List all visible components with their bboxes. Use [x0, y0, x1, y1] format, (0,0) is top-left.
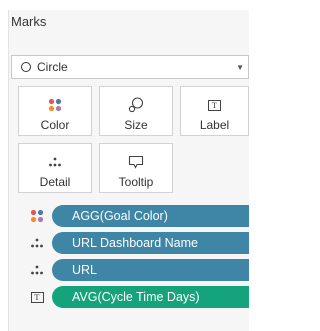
pill-row-url[interactable]: URL — [8, 259, 249, 281]
detail-dots-icon — [48, 151, 62, 173]
marks-title: Marks — [11, 14, 47, 29]
detail-button[interactable]: Detail — [18, 143, 92, 193]
color-button-label: Color — [40, 118, 70, 132]
size-button-label: Size — [124, 118, 148, 132]
field-pill[interactable]: URL Dashboard Name — [52, 232, 249, 254]
tooltip-button[interactable]: Tooltip — [99, 143, 173, 193]
tooltip-button-label: Tooltip — [118, 175, 154, 189]
field-pill[interactable]: AVG(Cycle Time Days) — [52, 286, 249, 308]
circle-icon — [21, 62, 31, 72]
detail-dots-icon — [26, 237, 48, 249]
field-pill[interactable]: AGG(Goal Color) — [52, 205, 249, 227]
detail-button-label: Detail — [39, 175, 71, 189]
mark-type-dropdown[interactable]: Circle ▼ — [11, 55, 249, 79]
chevron-down-icon[interactable]: ▼ — [236, 63, 244, 72]
color-dots-icon — [26, 209, 48, 223]
pill-row-goal-color[interactable]: AGG(Goal Color) — [8, 205, 249, 227]
label-button[interactable]: T Label — [180, 86, 249, 136]
detail-dots-icon — [26, 264, 48, 276]
color-dots-icon — [48, 94, 62, 116]
pill-row-cycle-time[interactable]: T AVG(Cycle Time Days) — [8, 286, 249, 308]
color-button[interactable]: Color — [18, 86, 92, 136]
tooltip-icon — [128, 151, 144, 173]
size-icon — [128, 94, 144, 116]
mark-type-value: Circle — [37, 60, 68, 74]
label-text-icon: T — [208, 94, 221, 116]
field-pill[interactable]: URL — [52, 259, 249, 281]
size-button[interactable]: Size — [99, 86, 173, 136]
pill-row-url-dashboard-name[interactable]: URL Dashboard Name — [8, 232, 249, 254]
label-text-icon: T — [26, 291, 48, 303]
label-button-label: Label — [199, 118, 230, 132]
